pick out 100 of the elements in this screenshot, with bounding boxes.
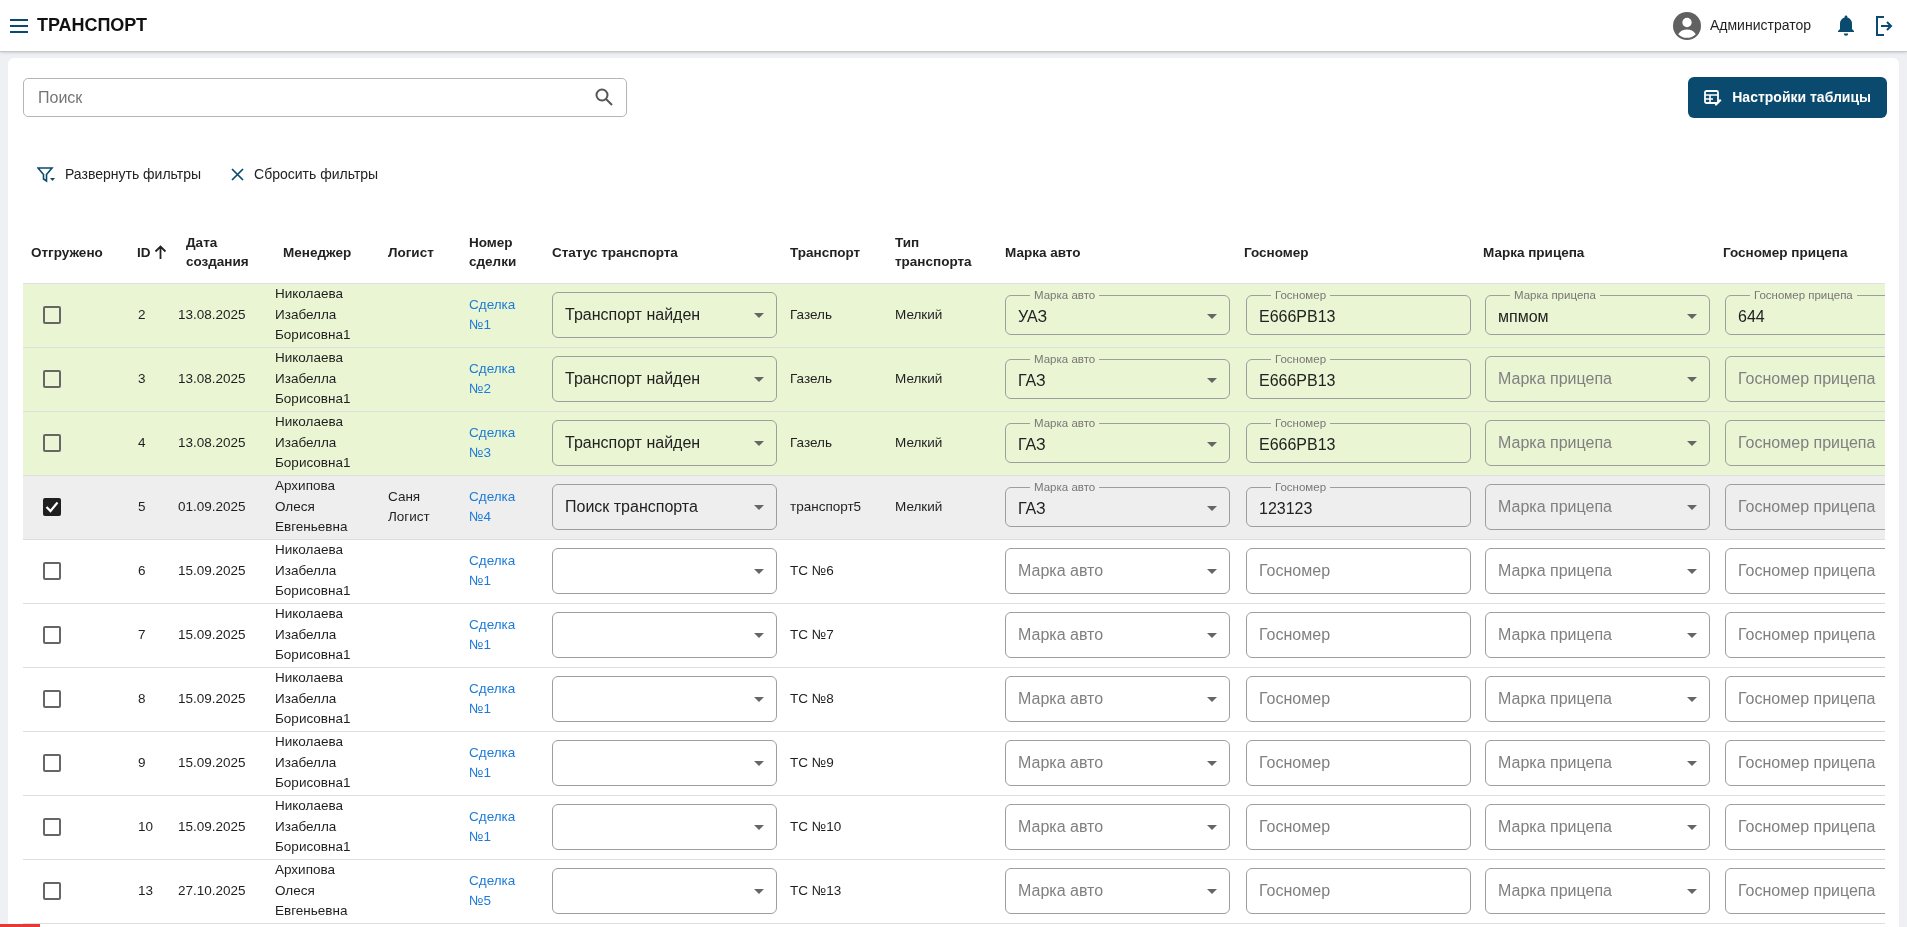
select-field[interactable]: Марка прицепа: [1485, 484, 1710, 530]
checkbox[interactable]: [43, 498, 61, 516]
reset-filters-button[interactable]: Сбросить фильтры: [231, 164, 379, 185]
select-field[interactable]: Марка прицепа: [1485, 356, 1710, 402]
checkbox[interactable]: [43, 754, 61, 772]
checkbox[interactable]: [43, 818, 61, 836]
input-field[interactable]: Госномер: [1246, 804, 1471, 850]
status-select[interactable]: [552, 612, 777, 658]
input-field[interactable]: Госномер прицепа: [1725, 612, 1885, 658]
input-field[interactable]: Госномер прицепа: [1725, 356, 1885, 402]
deal-link[interactable]: Сделка №5: [469, 870, 536, 912]
deal-link[interactable]: Сделка №4: [469, 486, 536, 528]
status-select[interactable]: [552, 868, 777, 914]
deal-link[interactable]: Сделка №2: [469, 358, 536, 400]
column-header[interactable]: Госномер: [1244, 242, 1309, 262]
column-header[interactable]: ID: [137, 242, 167, 262]
status-select[interactable]: [552, 804, 777, 850]
select-field[interactable]: Марка прицепа: [1485, 420, 1710, 466]
input-field[interactable]: Госномер прицепа: [1725, 548, 1885, 594]
status-select[interactable]: Транспорт найден: [552, 420, 777, 466]
notification-bell-icon[interactable]: [1837, 15, 1855, 36]
input-field[interactable]: Госномер Е666РВ13: [1246, 353, 1471, 399]
select-field[interactable]: Марка авто: [1005, 676, 1230, 722]
table-settings-button[interactable]: Настройки таблицы: [1688, 77, 1887, 118]
caret-icon: [1687, 760, 1697, 766]
status-select[interactable]: [552, 548, 777, 594]
deal-link[interactable]: Сделка №3: [469, 422, 536, 464]
select-field[interactable]: Марка прицепа: [1485, 740, 1710, 786]
select-field[interactable]: Марка прицепа: [1485, 804, 1710, 850]
column-header[interactable]: Отгружено: [31, 242, 103, 262]
select-field[interactable]: Марка прицепа мпмом: [1485, 289, 1710, 335]
deal-link[interactable]: Сделка №1: [469, 550, 536, 592]
status-select[interactable]: Поиск транспорта: [552, 484, 777, 530]
column-header[interactable]: Тип транспорта: [895, 233, 989, 272]
input-field[interactable]: Госномер прицепа 644: [1725, 289, 1885, 335]
column-header[interactable]: Номер сделки: [469, 233, 536, 272]
input-field[interactable]: Госномер: [1246, 868, 1471, 914]
checkbox[interactable]: [43, 306, 61, 324]
input-field[interactable]: Госномер: [1246, 548, 1471, 594]
input-field[interactable]: Госномер прицепа: [1725, 484, 1885, 530]
select-field[interactable]: Марка авто: [1005, 740, 1230, 786]
expand-filters-button[interactable]: Развернуть фильтры: [37, 164, 202, 185]
select-field[interactable]: Марка авто: [1005, 612, 1230, 658]
column-header[interactable]: Логист: [388, 242, 434, 262]
column-header[interactable]: Марка авто: [1005, 242, 1081, 262]
deal-link[interactable]: Сделка №1: [469, 614, 536, 656]
status-select[interactable]: Транспорт найден: [552, 292, 777, 338]
caret-icon: [754, 504, 764, 510]
id-text: 6: [138, 562, 146, 578]
deal-link[interactable]: Сделка №1: [469, 742, 536, 784]
select-field[interactable]: Марка авто: [1005, 804, 1230, 850]
deal-link[interactable]: Сделка №1: [469, 806, 536, 848]
select-field[interactable]: Марка авто ГАЗ: [1005, 481, 1230, 527]
input-field[interactable]: Госномер прицепа: [1725, 804, 1885, 850]
checkbox[interactable]: [43, 690, 61, 708]
user-avatar-icon[interactable]: [1673, 11, 1701, 40]
checkbox[interactable]: [43, 882, 61, 900]
input-field[interactable]: Госномер 123123: [1246, 481, 1471, 527]
input-field[interactable]: Госномер: [1246, 740, 1471, 786]
column-header[interactable]: Дата создания: [186, 233, 267, 272]
sort-arrow-icon[interactable]: [153, 245, 167, 260]
select-field[interactable]: Марка прицепа: [1485, 868, 1710, 914]
column-header[interactable]: Статус транспорта: [552, 242, 678, 262]
status-select[interactable]: [552, 740, 777, 786]
checkbox[interactable]: [43, 626, 61, 644]
date-text: 01.09.2025: [178, 498, 246, 514]
id-text: 13: [138, 882, 154, 898]
select-field[interactable]: Марка авто ГАЗ: [1005, 417, 1230, 463]
select-field[interactable]: Марка авто ГАЗ: [1005, 353, 1230, 399]
column-header[interactable]: Марка прицепа: [1483, 242, 1585, 262]
checkbox[interactable]: [43, 434, 61, 452]
menu-icon[interactable]: [10, 18, 28, 33]
input-field[interactable]: Госномер прицепа: [1725, 740, 1885, 786]
select-field[interactable]: Марка прицепа: [1485, 676, 1710, 722]
status-select[interactable]: [552, 676, 777, 722]
select-field[interactable]: Марка прицепа: [1485, 548, 1710, 594]
input-field[interactable]: Госномер прицепа: [1725, 676, 1885, 722]
column-header[interactable]: Госномер прицепа: [1723, 242, 1848, 262]
input-field[interactable]: Госномер прицепа: [1725, 420, 1885, 466]
select-field[interactable]: Марка авто: [1005, 868, 1230, 914]
column-header[interactable]: Транспорт: [790, 242, 861, 262]
select-field[interactable]: Марка авто УАЗ: [1005, 289, 1230, 335]
select-field[interactable]: Марка прицепа: [1485, 612, 1710, 658]
user-name[interactable]: Администратор: [1710, 15, 1811, 36]
input-field[interactable]: Госномер Е666РВ13: [1246, 417, 1471, 463]
transport-text: Газель: [790, 434, 832, 450]
input-field[interactable]: Госномер: [1246, 676, 1471, 722]
input-field[interactable]: Госномер Е666РВ13: [1246, 289, 1471, 335]
column-header[interactable]: Менеджер: [283, 242, 352, 262]
search-field[interactable]: Поиск: [23, 78, 627, 117]
deal-link[interactable]: Сделка №1: [469, 294, 536, 336]
checkbox[interactable]: [43, 562, 61, 580]
input-field[interactable]: Госномер прицепа: [1725, 868, 1885, 914]
input-field[interactable]: Госномер: [1246, 612, 1471, 658]
select-field[interactable]: Марка авто: [1005, 548, 1230, 594]
checkbox[interactable]: [43, 370, 61, 388]
status-select[interactable]: Транспорт найден: [552, 356, 777, 402]
deal-link[interactable]: Сделка №1: [469, 678, 536, 720]
logout-icon[interactable]: [1875, 15, 1893, 36]
search-icon[interactable]: [595, 88, 613, 106]
